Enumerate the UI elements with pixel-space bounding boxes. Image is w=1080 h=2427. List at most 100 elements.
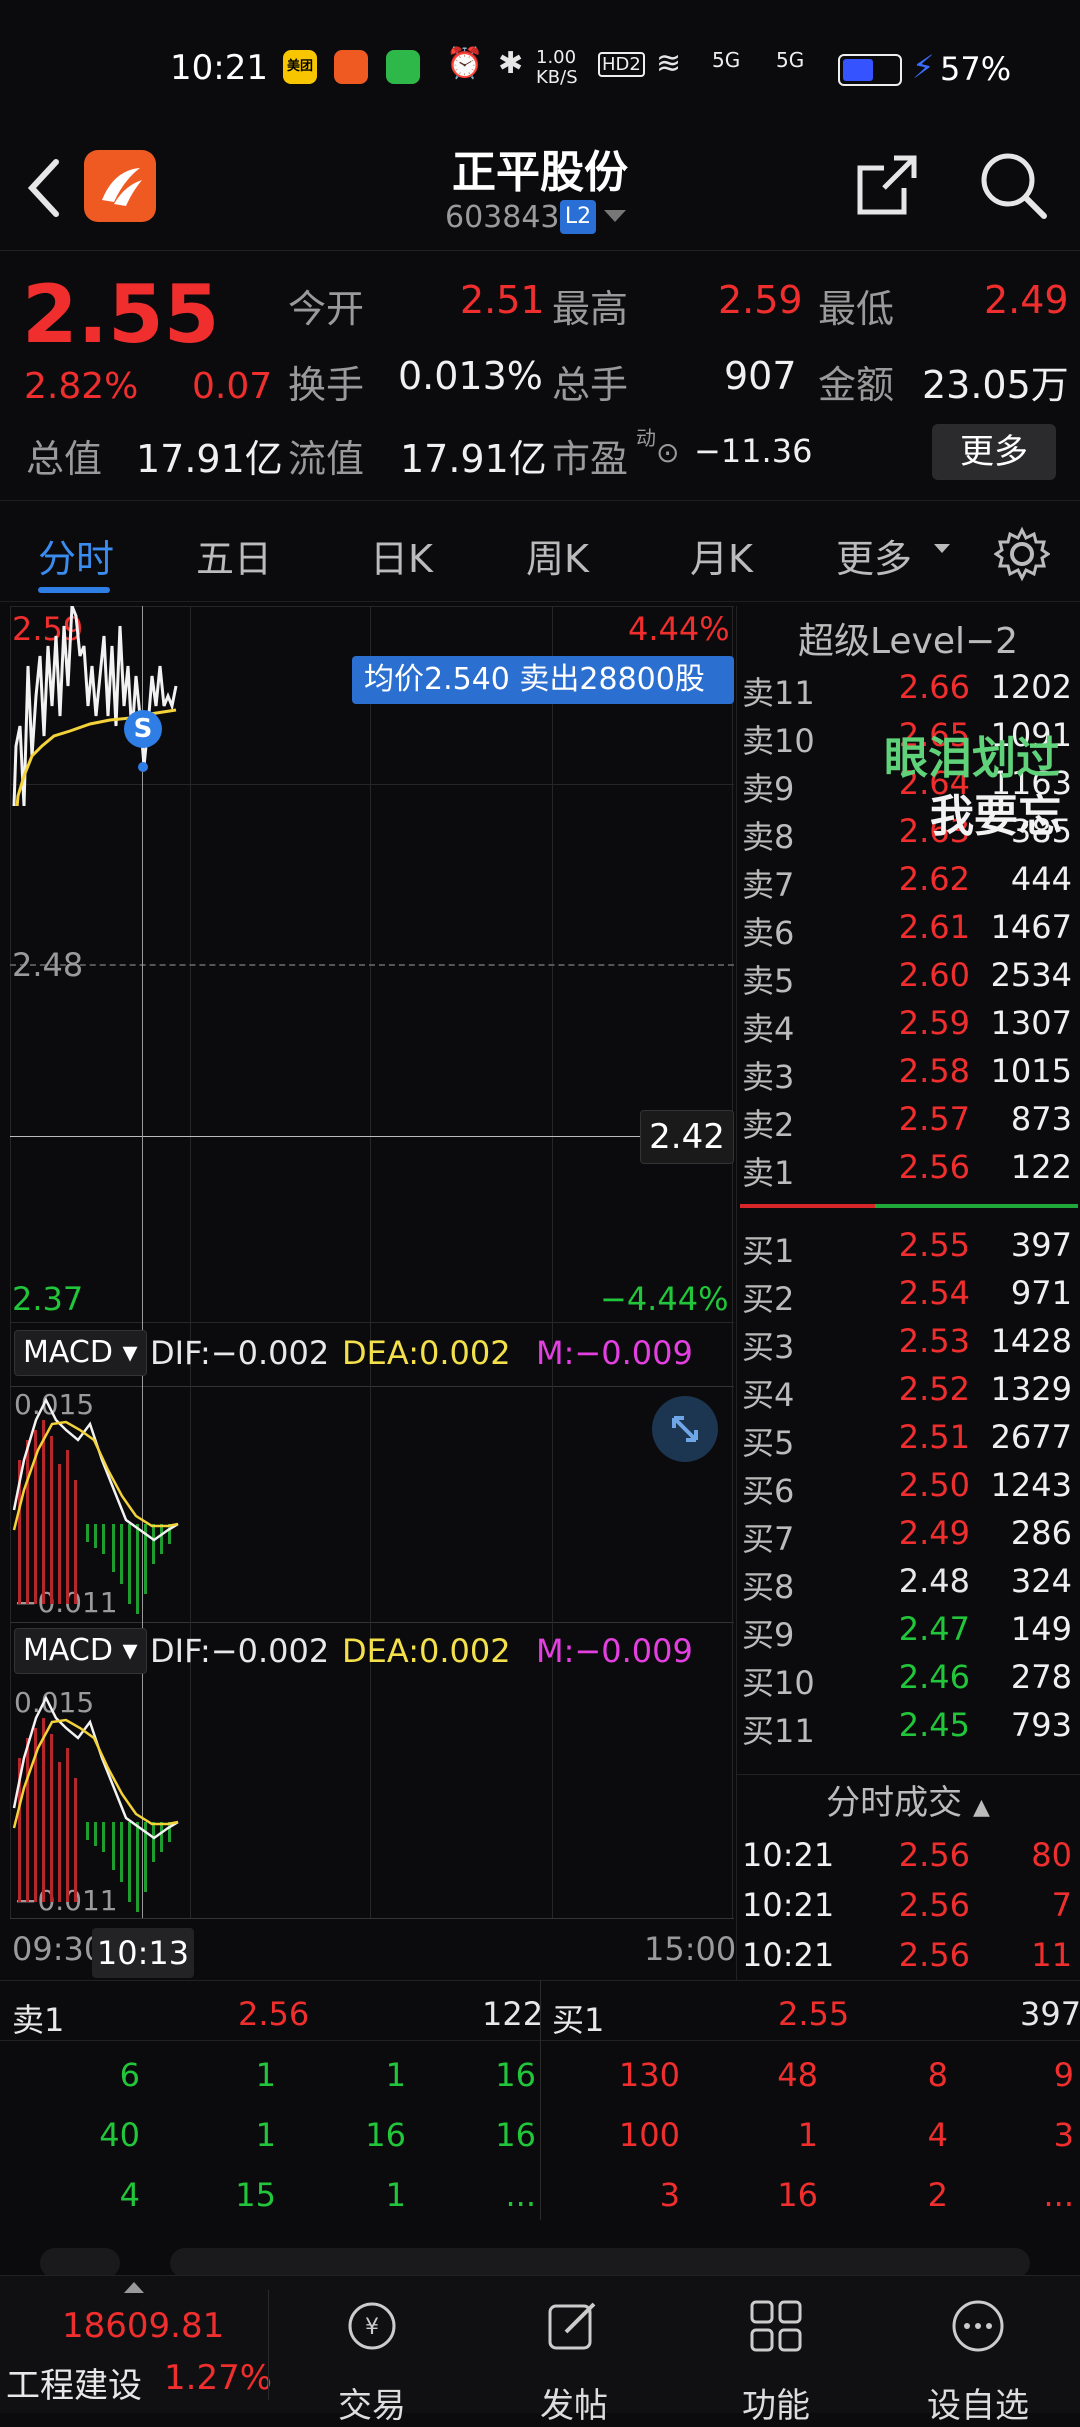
search-icon[interactable] — [978, 150, 1048, 220]
ask-row[interactable]: 卖2 2.57 873 — [740, 1100, 1076, 1148]
tab-weekly-k[interactable]: 周K — [526, 528, 589, 583]
bid-row[interactable]: 买11 2.45 793 — [740, 1706, 1076, 1754]
more-dots-icon[interactable] — [950, 2298, 1006, 2354]
meituan-app-icon: 美团 — [283, 50, 317, 84]
sell-queue-cell: 1 — [255, 2056, 276, 2094]
bid-price: 2.52 — [898, 1370, 970, 1408]
sell-queue-cell: 16 — [365, 2116, 406, 2154]
sell-queue-cell: 4 — [119, 2176, 140, 2214]
level2-title[interactable]: 超级Level−2 — [736, 612, 1080, 664]
bid-row[interactable]: 买3 2.53 1428 — [740, 1322, 1076, 1370]
bluetooth-icon: ✱ — [498, 46, 524, 81]
bottom-trade[interactable]: 交易 — [302, 2378, 442, 2427]
ask-volume: 873 — [1010, 1100, 1072, 1138]
tab-daily-k[interactable]: 日K — [370, 528, 433, 583]
current-price: 2.55 — [22, 268, 220, 361]
index-change[interactable]: 1.27% — [164, 2358, 272, 2398]
ask-row[interactable]: 卖3 2.58 1015 — [740, 1052, 1076, 1100]
bid-row[interactable]: 买2 2.54 971 — [740, 1274, 1076, 1322]
ask-level: 卖4 — [742, 1010, 795, 1048]
sell-queue-cell: 15 — [235, 2176, 276, 2214]
macd2-histogram — [12, 1695, 179, 1912]
bid-row[interactable]: 买6 2.50 1243 — [740, 1466, 1076, 1514]
bid-price: 2.45 — [898, 1706, 970, 1744]
ask-volume: 1307 — [990, 1004, 1072, 1042]
ask-row[interactable]: 卖6 2.61 1467 — [740, 908, 1076, 956]
svg-text:¥: ¥ — [365, 2315, 379, 2340]
bid-row[interactable]: 买7 2.49 286 — [740, 1514, 1076, 1562]
bid-row[interactable]: 买4 2.52 1329 — [740, 1370, 1076, 1418]
index-value[interactable]: 18609.81 — [62, 2306, 224, 2346]
bid-row[interactable]: 买10 2.46 278 — [740, 1658, 1076, 1706]
pe-value: −11.36 — [694, 432, 813, 470]
ask-volume: 444 — [1010, 860, 1072, 898]
bid-volume: 793 — [1010, 1706, 1072, 1744]
tab-monthly-k[interactable]: 月K — [690, 528, 753, 583]
bid-row[interactable]: 买5 2.51 2677 — [740, 1418, 1076, 1466]
tab-more[interactable]: 更多 — [836, 528, 912, 583]
gear-icon[interactable] — [994, 526, 1050, 582]
trade-time: 10:21 — [742, 1886, 835, 1924]
buy-queue-cell: 3 — [659, 2176, 680, 2214]
bid-volume: 1428 — [990, 1322, 1072, 1360]
status-bar: 10:21 美团 ⏰ ✱ 1.00 KB/S HD2 ≋ 5G 5G ⚡ 57% — [0, 0, 1080, 130]
chart-prev-close: 2.48 — [12, 946, 84, 984]
functions-icon[interactable] — [748, 2298, 804, 2354]
buy-queue-cell: 8 — [927, 2056, 948, 2094]
index-name[interactable]: 工程建设 — [6, 2358, 142, 2407]
amount-label: 金额 — [818, 363, 895, 407]
ask-row[interactable]: 卖5 2.60 2534 — [740, 956, 1076, 1004]
ask-row[interactable]: 卖7 2.62 444 — [740, 860, 1076, 908]
crosshair-dot — [138, 762, 148, 772]
bid-row[interactable]: 买8 2.48 324 — [740, 1562, 1076, 1610]
ask-row[interactable]: 卖11 2.66 1202 — [740, 668, 1076, 716]
chevron-up-icon: ▲ — [972, 1795, 990, 1820]
macd-selector-2[interactable]: MACD ▾ — [14, 1628, 147, 1674]
bid-row[interactable]: 买1 2.55 397 — [740, 1226, 1076, 1274]
buy-queue-cell: 4 — [927, 2116, 948, 2154]
tick-trades-header[interactable]: 分时成交 ▲ — [736, 1774, 1080, 1827]
tab-five-day[interactable]: 五日 — [196, 528, 272, 583]
ask-level: 卖5 — [742, 962, 795, 1000]
ask-level: 卖11 — [742, 674, 815, 712]
share-icon[interactable] — [854, 152, 920, 218]
ask-price: 2.59 — [898, 1004, 970, 1042]
expand-icon[interactable] — [652, 1396, 718, 1462]
crosshair-price-tag: 2.42 — [640, 1110, 734, 1164]
ask-row[interactable]: 卖1 2.56 122 — [740, 1148, 1076, 1196]
ask-volume: 122 — [1010, 1148, 1072, 1186]
macd-selector-1[interactable]: MACD ▾ — [14, 1330, 147, 1376]
trade-time: 10:21 — [742, 1836, 835, 1874]
tab-intraday[interactable]: 分时 — [38, 528, 114, 583]
bottom-add-watchlist[interactable]: 设自选 — [908, 2378, 1048, 2427]
trade-icon[interactable]: ¥ — [344, 2298, 400, 2354]
ask-row[interactable]: 卖4 2.59 1307 — [740, 1004, 1076, 1052]
bottom-functions[interactable]: 功能 — [706, 2378, 846, 2427]
bid-row[interactable]: 买9 2.47 149 — [740, 1610, 1076, 1658]
signal-5g-2: 5G — [776, 48, 805, 72]
active-tab-indicator — [38, 587, 110, 593]
level2-badge: L2 — [560, 200, 596, 234]
bid-price: 2.50 — [898, 1466, 970, 1504]
bid-volume: 2677 — [990, 1418, 1072, 1456]
network-speed: 1.00 KB/S — [536, 47, 578, 88]
macd1-dif: DIF:−0.002 — [150, 1334, 330, 1372]
ask-level: 卖3 — [742, 1058, 795, 1096]
chevron-down-icon[interactable] — [604, 210, 626, 224]
bid-level: 买4 — [742, 1376, 795, 1414]
macd2-dif: DIF:−0.002 — [150, 1632, 330, 1670]
sell-queue-cell: 16 — [495, 2056, 536, 2094]
ask-price: 2.66 — [898, 668, 970, 706]
low-value: 2.49 — [984, 278, 1069, 322]
ask-volume: 1202 — [990, 668, 1072, 706]
bid-volume: 1243 — [990, 1466, 1072, 1504]
time-end: 15:00 — [644, 1930, 737, 1968]
sell-marker[interactable]: S — [124, 710, 162, 748]
sell-queue-cell: 1 — [385, 2176, 406, 2214]
battery-percent: 57% — [940, 50, 1012, 88]
bid-level: 买9 — [742, 1616, 795, 1654]
bottom-post[interactable]: 发帖 — [504, 2378, 644, 2427]
more-button[interactable]: 更多 — [932, 424, 1056, 480]
queue-buy-volume: 397 — [1020, 1995, 1080, 2033]
post-icon[interactable] — [546, 2298, 602, 2354]
